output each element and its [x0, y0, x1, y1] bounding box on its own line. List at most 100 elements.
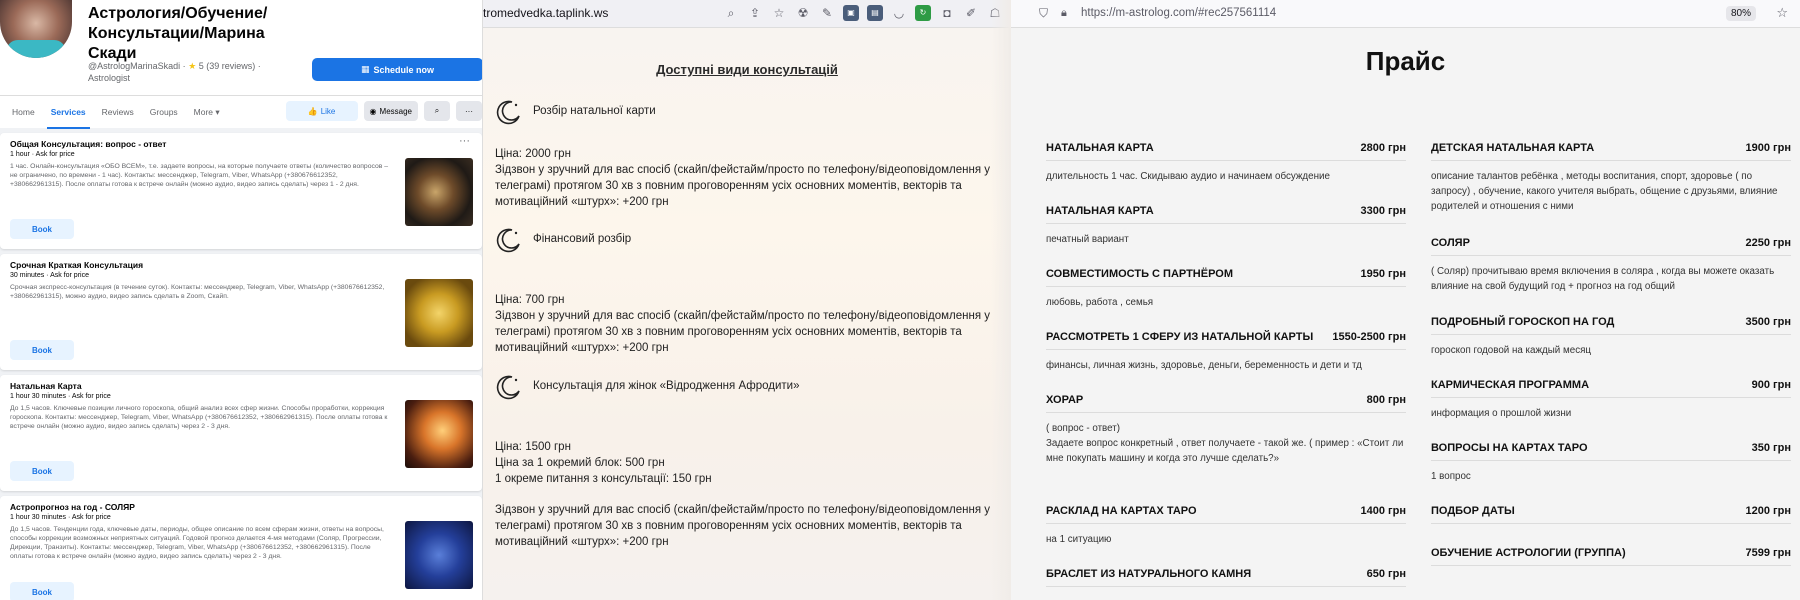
- item-price: 1900 грн: [1745, 142, 1791, 154]
- divider: [1046, 286, 1406, 287]
- price-item: ПОДРОБНЫЙ ГОРОСКОП НА ГОД 3500 грн горос…: [1431, 316, 1791, 379]
- rating-text[interactable]: 5 (39 reviews) ·: [199, 61, 261, 71]
- price-column-left: НАТАЛЬНАЯ КАРТА 2800 грн длительность 1 …: [1046, 142, 1406, 598]
- service-meta: 1 hour 30 minutes · Ask for price: [10, 514, 111, 521]
- item-name: ПОДРОБНЫЙ ГОРОСКОП НА ГОД: [1431, 316, 1615, 328]
- browser-toolbar: ⛉ 🔒︎ https://m-astrolog.com/#rec25756111…: [1011, 0, 1800, 28]
- divider: [1046, 223, 1406, 224]
- moon-icon: [496, 100, 520, 125]
- price-column-right: ДЕТСКАЯ НАТАЛЬНАЯ КАРТА 1900 грн описани…: [1431, 142, 1791, 577]
- divider: [1046, 349, 1406, 350]
- tab-reviews[interactable]: Reviews: [94, 96, 142, 129]
- price-item: СОЛЯР 2250 грн ( Соляр) прочитываю время…: [1431, 237, 1791, 316]
- book-button[interactable]: Book: [10, 582, 74, 600]
- search-icon: ⌕: [434, 106, 440, 115]
- like-button[interactable]: 👍 Like: [285, 101, 358, 121]
- price-item: НАТАЛЬНАЯ КАРТА 2800 грн длительность 1 …: [1046, 142, 1406, 205]
- price-item: ПОДБОР ДАТЫ 1200 грн: [1431, 505, 1791, 547]
- section-extra: 1 окреме питання з консультації: 150 грн: [495, 473, 712, 485]
- search-button[interactable]: ⌕: [424, 101, 450, 121]
- eyedropper-icon[interactable]: ✐: [963, 5, 979, 21]
- page-header: Астрология/Обучение/Консультации/Марина …: [0, 0, 482, 95]
- item-name: НАТАЛЬНАЯ КАРТА: [1046, 142, 1154, 154]
- item-name: КАРМИЧЕСКАЯ ПРОГРАММА: [1431, 379, 1590, 391]
- book-button[interactable]: Book: [10, 340, 74, 360]
- section-text: Зідзвон у зручний для вас спосіб (скайп/…: [495, 504, 991, 548]
- radiation-icon[interactable]: ☢: [795, 5, 811, 21]
- divider: [1046, 523, 1406, 524]
- tab-more-label: More: [193, 107, 214, 117]
- lock-icon[interactable]: 🔒︎: [1061, 7, 1067, 20]
- divider: [1431, 334, 1791, 335]
- avatar[interactable]: [0, 0, 72, 58]
- address-bar[interactable]: tromedvedka.taplink.ws: [483, 6, 608, 20]
- price-item: ДЕТСКАЯ НАТАЛЬНАЯ КАРТА 1900 грн описани…: [1431, 142, 1791, 237]
- tab-services[interactable]: Services: [43, 96, 94, 129]
- item-price: 900 грн: [1751, 379, 1791, 391]
- page-subtitle: @AstrologMarinaSkadi · ★ 5 (39 reviews) …: [88, 60, 288, 84]
- page-heading: Доступні види консультацій: [656, 62, 838, 77]
- price-item: ХОРАР 800 грн ( вопрос - ответ) Задаете …: [1046, 394, 1406, 505]
- page-handle[interactable]: @AstrologMarinaSkadi ·: [88, 61, 188, 71]
- ellipsis-icon[interactable]: ···: [459, 135, 470, 147]
- service-meta: 1 hour · Ask for price: [10, 151, 75, 158]
- divider: [1046, 160, 1406, 161]
- message-button[interactable]: ◉ Message: [363, 101, 418, 121]
- star-icon[interactable]: ☆: [771, 5, 787, 21]
- item-description: 1 вопрос: [1431, 471, 1471, 482]
- tab-groups[interactable]: Groups: [142, 96, 186, 129]
- price-item: КАРМИЧЕСКАЯ ПРОГРАММА 900 грн информация…: [1431, 379, 1791, 442]
- item-name: НАТАЛЬНАЯ КАРТА: [1046, 205, 1154, 217]
- price-item: ВОПРОСЫ НА КАРТАХ ТАРО 350 грн 1 вопрос: [1431, 442, 1791, 505]
- browser-toolbar: tromedvedka.taplink.ws ⌕ ⇪ ☆ ☢ ✎ ▣ ▤ ◡ ↻…: [483, 0, 1011, 28]
- item-price: 1200 грн: [1745, 505, 1791, 517]
- schedule-now-button[interactable]: ▦ Schedule now: [312, 58, 482, 81]
- toolbar-icons: ⌕ ⇪ ☆ ☢ ✎ ▣ ▤ ◡ ↻ ◘ ✐ ☖: [723, 5, 1003, 21]
- bookmark-star-icon[interactable]: ☆: [1776, 5, 1788, 21]
- extension-icon[interactable]: ▣: [843, 5, 859, 21]
- refresh-extension-icon[interactable]: ↻: [915, 5, 931, 21]
- section-extra: Ціна за 1 окремий блок: 500 грн: [495, 457, 665, 469]
- search-icon[interactable]: ⌕: [723, 5, 739, 21]
- tab-home[interactable]: Home: [4, 96, 43, 129]
- book-button[interactable]: Book: [10, 461, 74, 481]
- divider: [1431, 255, 1791, 256]
- section-price: Ціна: 2000 грн: [495, 148, 571, 160]
- service-image: [405, 400, 473, 468]
- page-actions: 👍 Like ◉ Message ⌕ ···: [285, 101, 482, 121]
- item-price: 2800 грн: [1360, 142, 1406, 154]
- shield-icon[interactable]: ⛉: [1039, 6, 1048, 21]
- item-description: информация о прошлой жизни: [1431, 408, 1572, 419]
- screen-icon[interactable]: ▤: [867, 5, 883, 21]
- item-description: ( Соляр) прочитываю время включения в со…: [1431, 266, 1775, 292]
- service-description: До 1,5 часов. Тенденции года, ключевые д…: [10, 526, 384, 560]
- item-name: РАСКЛАД НА КАРТАХ ТАРО: [1046, 505, 1197, 517]
- tab-more[interactable]: More ▾: [186, 96, 228, 129]
- address-bar[interactable]: https://m-astrolog.com/#rec257561114: [1081, 7, 1276, 19]
- service-description: До 1,5 часов. Ключевые позиции личного г…: [10, 405, 388, 430]
- camera-icon[interactable]: ◘: [939, 5, 955, 21]
- service-meta: 30 minutes · Ask for price: [10, 272, 89, 279]
- service-title: Срочная Краткая Консультация: [10, 260, 144, 270]
- ellipsis-icon: ···: [465, 106, 473, 116]
- divider: [1431, 523, 1791, 524]
- more-options-button[interactable]: ···: [456, 101, 482, 121]
- price-item: БРАСЛЕТ ИЗ НАТУРАЛЬНОГО КАМНЯ 650 грн: [1046, 568, 1406, 598]
- book-button[interactable]: Book: [10, 219, 74, 239]
- schedule-label: Schedule now: [373, 64, 435, 75]
- service-card: Астропрогноз на год - СОЛЯР 1 hour 30 mi…: [0, 496, 482, 600]
- service-meta: 1 hour 30 minutes · Ask for price: [10, 393, 111, 400]
- pocket-icon[interactable]: ◡: [891, 5, 907, 21]
- service-card: Срочная Краткая Консультация 30 minutes …: [0, 254, 482, 370]
- page-tabs: Home Services Reviews Groups More ▾ 👍 Lik…: [0, 95, 482, 129]
- like-label: Like: [320, 106, 336, 116]
- zoom-level[interactable]: 80%: [1725, 6, 1756, 21]
- divider: [1046, 412, 1406, 413]
- item-price: 3300 грн: [1360, 205, 1406, 217]
- item-name: ДЕТСКАЯ НАТАЛЬНАЯ КАРТА: [1431, 142, 1595, 154]
- item-description: длительность 1 час. Скидываю аудио и нач…: [1046, 171, 1330, 182]
- share-icon[interactable]: ⇪: [747, 5, 763, 21]
- pen-icon[interactable]: ✎: [819, 5, 835, 21]
- service-card: Натальная Карта 1 hour 30 minutes · Ask …: [0, 375, 482, 491]
- caret-down-icon: ▾: [215, 106, 220, 117]
